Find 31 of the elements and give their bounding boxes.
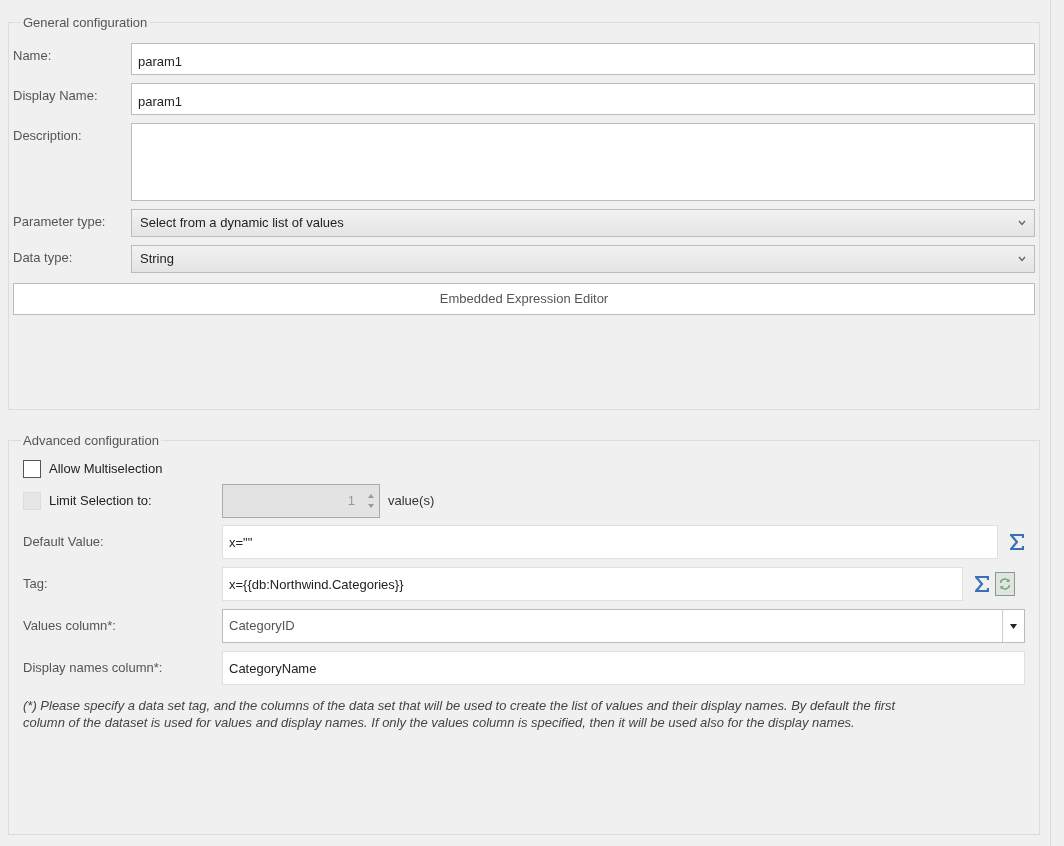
dropdown-arrow-icon [1010,623,1017,629]
field-label: Parameter type: [13,213,107,231]
field-label: Values column*: [23,617,117,636]
checkbox-label: Limit Selection to: [49,492,152,511]
sigma-icon[interactable] [975,576,989,592]
combo-box[interactable]: CategoryID [222,609,1025,643]
text-field[interactable]: param1 [131,43,1035,75]
field-label: Name: [13,47,53,65]
checkbox-label: Allow Multiselection [49,460,163,479]
expression-editor-button[interactable]: Embedded Expression Editor [13,283,1035,315]
field-label: Description: [13,127,83,145]
checkbox[interactable] [23,460,41,478]
chevron-down-icon [1018,256,1026,262]
dropdown[interactable]: Select from a dynamic list of values [131,209,1035,237]
refresh-button[interactable] [995,572,1015,596]
text-field[interactable]: CategoryName [222,651,1025,685]
refresh-icon [998,577,1012,591]
text-field[interactable]: x={{db:Northwind.Categories}} [222,567,963,601]
unit-label: value(s) [388,492,435,511]
note-text: (*) Please specify a data set tag, and the columns of the data set that will be used to create the list of values and their display names. By default the first column of the dataset is used for values and display names. If only the values column is specified, then it will be used also for the display names. [23,697,897,731]
text-field[interactable]: x="" [222,525,998,559]
field-label: Data type: [13,249,74,267]
field-label: Display names column*: [23,659,164,678]
field-label: Tag: [23,575,49,594]
sigma-icon[interactable] [1010,534,1024,550]
chevron-down-icon [1018,220,1026,226]
description-field[interactable] [131,123,1035,201]
field-label: Default Value: [23,533,105,552]
dropdown[interactable]: String [131,245,1035,273]
field-label: Display Name: [13,87,99,105]
text-field[interactable]: param1 [131,83,1035,115]
